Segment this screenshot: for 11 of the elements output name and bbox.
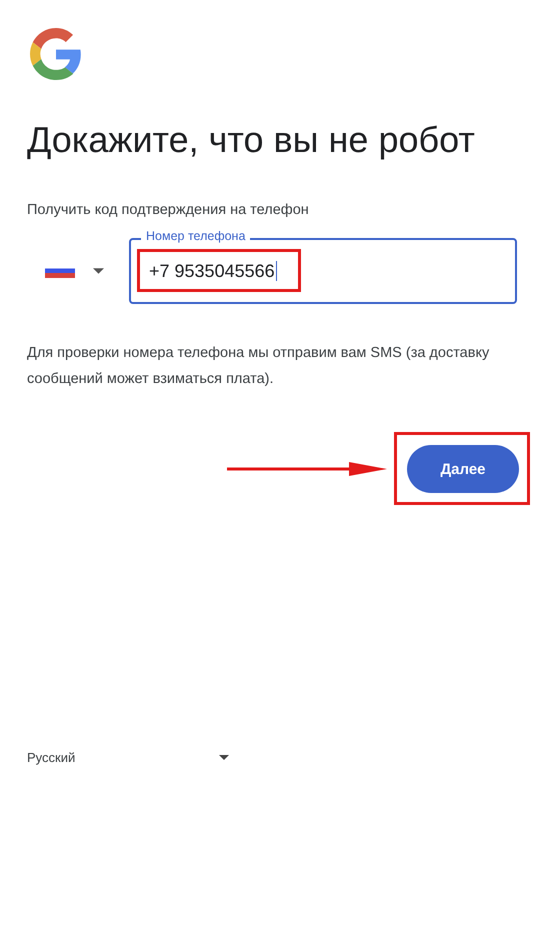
page-title: Докажите, что вы не робот bbox=[27, 118, 476, 162]
next-button[interactable]: Далее bbox=[407, 445, 519, 493]
phone-value: +7 9535045566 bbox=[149, 260, 275, 282]
caret-icon[interactable] bbox=[219, 755, 229, 760]
language-selector[interactable]: Русский bbox=[27, 750, 76, 765]
caret-icon[interactable] bbox=[93, 268, 104, 274]
g-logo-icon bbox=[30, 28, 82, 80]
text-cursor bbox=[276, 261, 277, 281]
field-label: Номер телефона bbox=[141, 229, 250, 243]
notice-text: Для проверки номера телефона мы отправим вам SMS (за доставку сообщений может взиматься плата). bbox=[27, 344, 490, 389]
subtitle: Получить код подтверждения на телефон bbox=[27, 202, 310, 218]
